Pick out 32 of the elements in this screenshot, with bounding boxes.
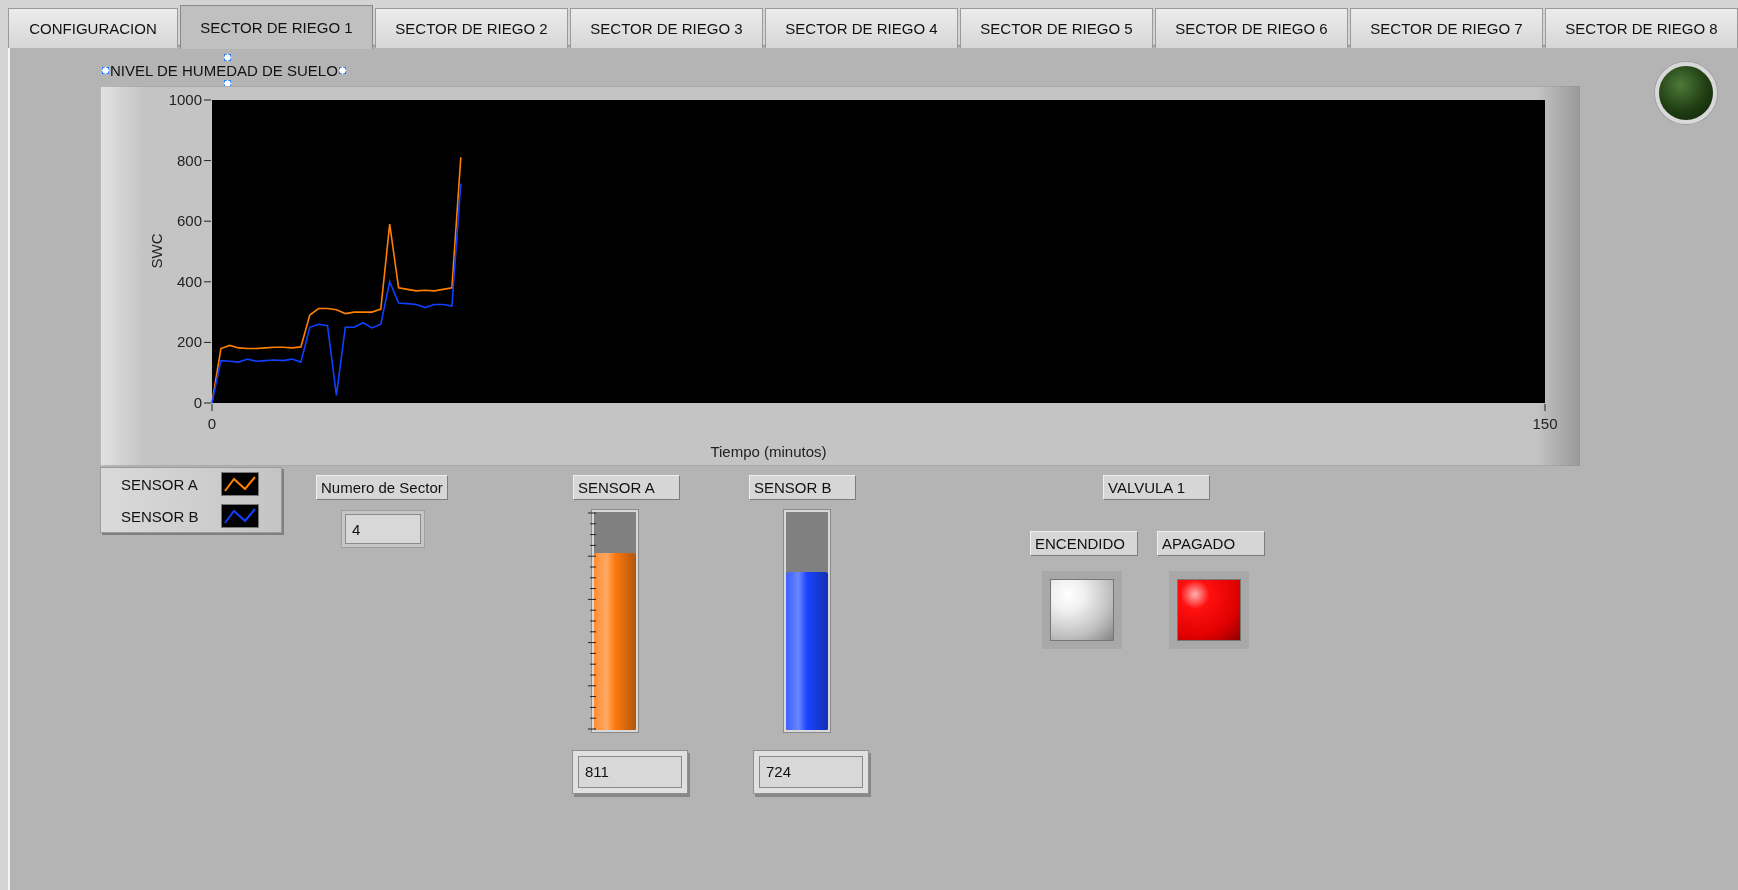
selection-handle[interactable] [338,67,346,74]
tick-label: 400 [176,272,202,290]
tab[interactable]: SECTOR DE RIEGO 8 [1545,8,1738,48]
selection-handle[interactable] [102,67,109,74]
graph-label: NIVEL DE HUMEDAD DE SUELO [110,62,338,79]
indicator-light[interactable] [1042,571,1122,649]
control-label: APAGADO [1157,531,1265,556]
axis-title: Tiempo (minutos) [710,443,827,460]
tab[interactable]: SECTOR DE RIEGO 7 [1350,8,1543,48]
axis-title: SWC [148,233,165,269]
tick-label: 800 [176,151,202,169]
selection-handle[interactable] [223,54,231,61]
tab[interactable]: SECTOR DE RIEGO 3 [570,8,763,48]
control-label: SENSOR B [749,475,856,500]
tab[interactable]: SECTOR DE RIEGO 6 [1155,8,1348,48]
tick-label: 600 [176,212,202,230]
control-label: SENSOR A [573,475,680,500]
control-label: Numero de Sector [316,475,448,500]
tick-label: 0 [193,394,202,411]
control-label: VALVULA 1 [1103,475,1210,500]
tick-label: 0 [207,415,217,432]
tick-label: 150 [1532,415,1558,432]
tab[interactable]: SECTOR DE RIEGO 2 [375,8,568,48]
tab[interactable]: SECTOR DE RIEGO 4 [765,8,958,48]
tab[interactable]: SECTOR DE RIEGO 1 [180,5,373,49]
legend-label: SENSOR B [121,507,200,525]
tick-label: 1000 [168,91,202,108]
tab[interactable]: CONFIGURACION [8,8,178,48]
control-label: ENCENDIDO [1030,531,1138,556]
tab[interactable]: SECTOR DE RIEGO 5 [960,8,1153,48]
legend-label: SENSOR A [121,475,199,493]
tick-label: 200 [176,333,202,351]
